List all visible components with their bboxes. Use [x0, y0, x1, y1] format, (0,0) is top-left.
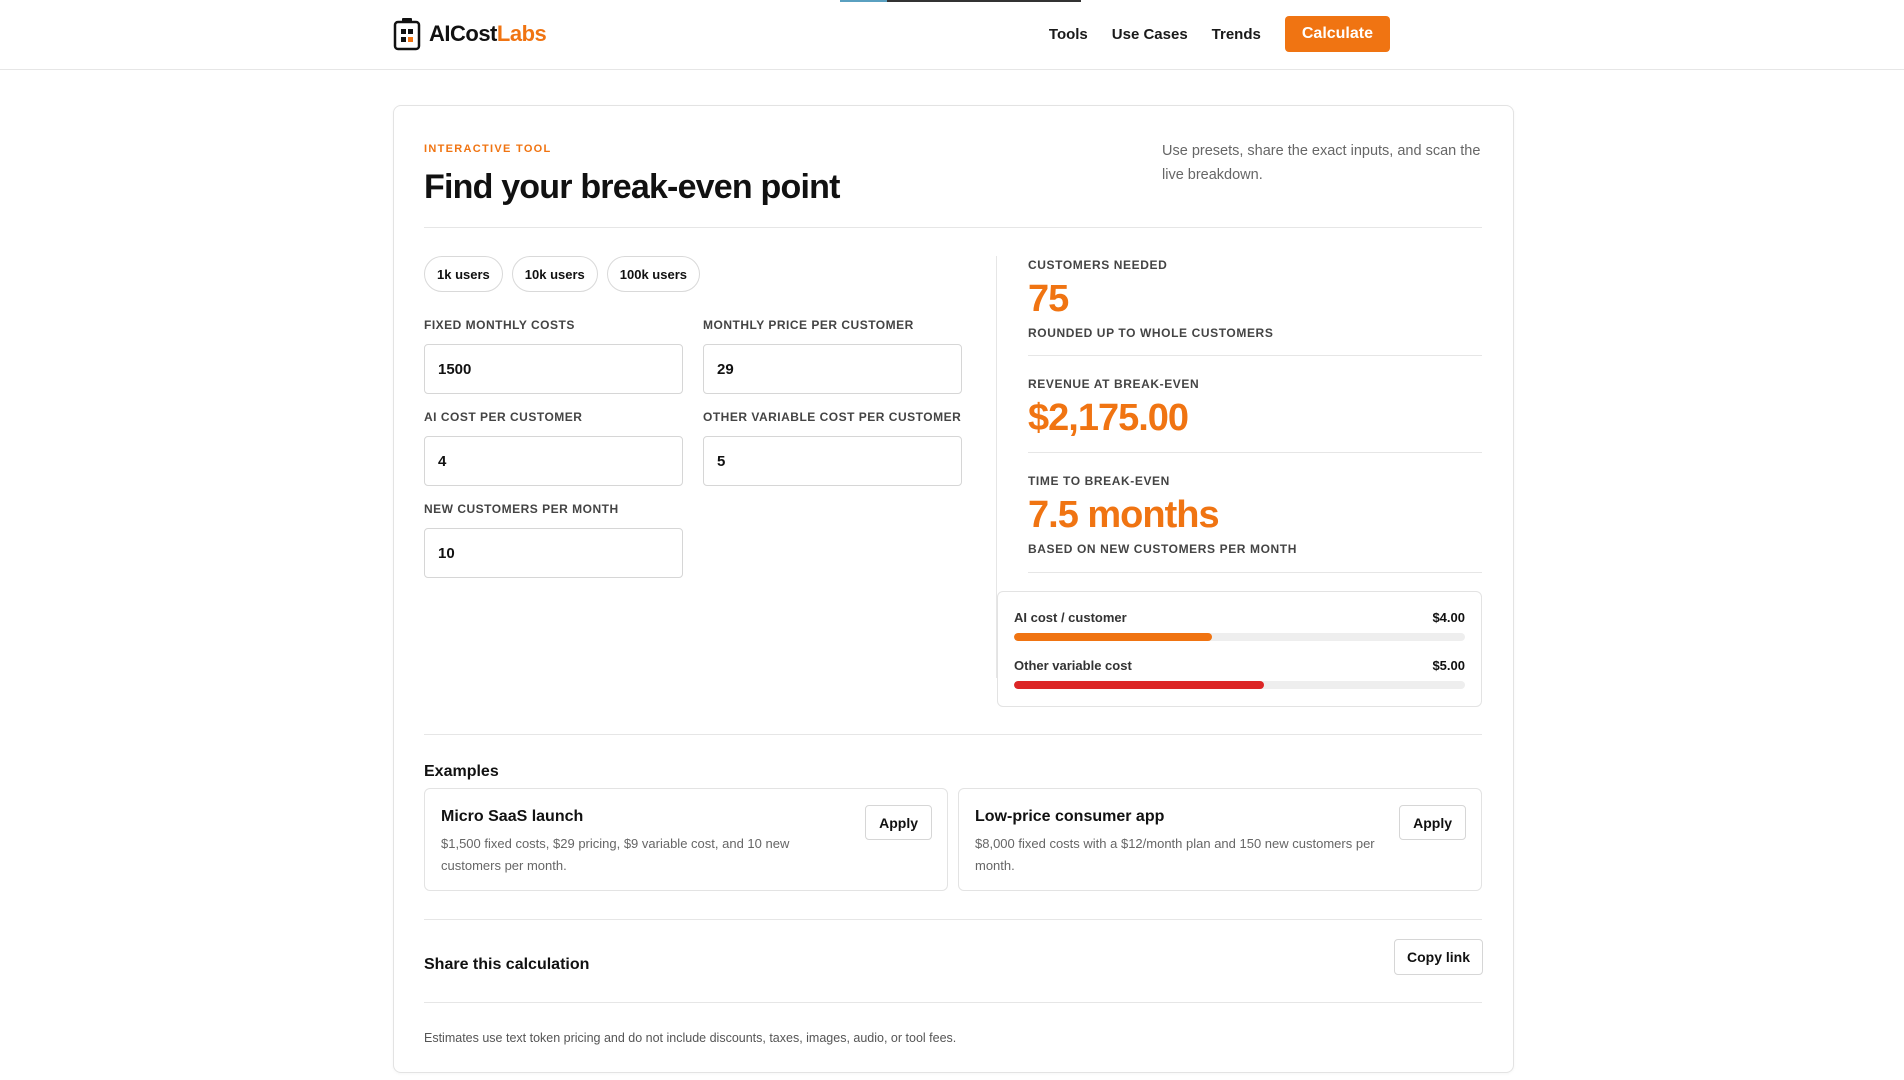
break-even-tool-card: INTERACTIVE TOOL Find your break-even po… — [393, 105, 1514, 1073]
ai-cost-bar-fill — [1014, 633, 1213, 641]
monthly-price-label: MONTHLY PRICE PER CUSTOMER — [703, 318, 914, 332]
customers-needed-label: CUSTOMERS NEEDED — [1028, 258, 1168, 272]
preset-10k-users[interactable]: 10k users — [511, 256, 598, 292]
time-value: 7.5 months — [1028, 494, 1220, 536]
other-variable-cost-label: OTHER VARIABLE COST PER CUSTOMER — [703, 410, 962, 424]
customers-needed-sub: ROUNDED UP TO WHOLE CUSTOMERS — [1028, 326, 1274, 340]
fixed-monthly-costs-label: FIXED MONTHLY COSTS — [424, 318, 575, 332]
nav-link-use-cases[interactable]: Use Cases — [1112, 26, 1188, 43]
ai-cost-bar-row: AI cost / customer $4.00 — [1014, 610, 1465, 641]
other-variable-bar-fill — [1014, 681, 1265, 689]
other-variable-cost-input[interactable] — [703, 436, 962, 486]
top-navbar: AICostLabs Tools Use Cases Trends Calcul… — [0, 0, 1904, 70]
page-progress-fill — [840, 0, 887, 2]
divider — [1028, 355, 1482, 356]
other-variable-bar-track — [1014, 681, 1465, 689]
monthly-price-group: MONTHLY PRICE PER CUSTOMER — [703, 318, 962, 394]
divider — [424, 227, 1482, 228]
divider — [424, 1002, 1482, 1003]
main-nav: Tools Use Cases Trends Calculate — [1049, 16, 1390, 52]
ai-cost-bar-label: AI cost / customer — [1014, 610, 1127, 625]
example-title: Low-price consumer app — [975, 808, 1165, 825]
copy-link-button[interactable]: Copy link — [1393, 939, 1483, 975]
time-sub: BASED ON NEW CUSTOMERS PER MONTH — [1028, 542, 1297, 556]
calculate-button[interactable]: Calculate — [1284, 16, 1390, 52]
time-to-break-even-result: TIME TO BREAK-EVEN 7.5 months BASED ON N… — [1028, 474, 1482, 556]
example-title: Micro SaaS launch — [441, 808, 584, 825]
monthly-price-input[interactable] — [703, 344, 962, 394]
page-title: Find your break-even point — [424, 168, 840, 206]
tool-subtitle: Use presets, share the exact inputs, and… — [1162, 143, 1481, 183]
revenue-label: REVENUE AT BREAK-EVEN — [1028, 377, 1200, 391]
page-progress-bar — [840, 0, 1081, 2]
preset-1k-users[interactable]: 1k users — [424, 256, 503, 292]
preset-chips: 1k users 10k users 100k users — [424, 256, 700, 292]
examples-heading: Examples — [424, 763, 499, 780]
customers-needed-value: 75 — [1028, 278, 1069, 320]
revenue-result: REVENUE AT BREAK-EVEN $2,175.00 — [1028, 377, 1482, 439]
apply-micro-saas-button[interactable]: Apply — [865, 805, 932, 840]
brand-name: AICostLabs — [429, 21, 547, 47]
preset-100k-users[interactable]: 100k users — [606, 256, 700, 292]
divider — [1028, 572, 1482, 573]
brand-name-accent: Labs — [496, 21, 547, 46]
example-description: $8,000 fixed costs with a $12/month plan… — [975, 836, 1375, 873]
brand-logo[interactable]: AICostLabs — [393, 17, 547, 51]
ai-cost-bar-track — [1014, 633, 1465, 641]
other-variable-bar-label: Other variable cost — [1014, 658, 1132, 673]
ai-cost-bar-amount: $4.00 — [1432, 610, 1465, 625]
divider — [424, 734, 1482, 735]
other-variable-cost-group: OTHER VARIABLE COST PER CUSTOMER — [703, 410, 962, 486]
customers-needed-result: CUSTOMERS NEEDED 75 ROUNDED UP TO WHOLE … — [1028, 258, 1482, 340]
new-customers-group: NEW CUSTOMERS PER MONTH — [424, 502, 683, 578]
calculator-icon — [393, 17, 421, 51]
example-description: $1,500 fixed costs, $29 pricing, $9 vari… — [441, 836, 790, 873]
new-customers-label: NEW CUSTOMERS PER MONTH — [424, 502, 619, 516]
apply-consumer-app-button[interactable]: Apply — [1399, 805, 1466, 840]
other-variable-bar-amount: $5.00 — [1432, 658, 1465, 673]
other-variable-bar-row: Other variable cost $5.00 — [1014, 658, 1465, 689]
divider — [1028, 452, 1482, 453]
nav-link-tools[interactable]: Tools — [1049, 26, 1088, 43]
tool-eyebrow: INTERACTIVE TOOL — [424, 143, 552, 155]
time-label: TIME TO BREAK-EVEN — [1028, 474, 1170, 488]
fixed-monthly-costs-input[interactable] — [424, 344, 683, 394]
divider — [424, 919, 1482, 920]
footnote: Estimates use text token pricing and do … — [424, 1031, 957, 1045]
revenue-value: $2,175.00 — [1028, 397, 1189, 439]
nav-link-trends[interactable]: Trends — [1212, 26, 1261, 43]
new-customers-input[interactable] — [424, 528, 683, 578]
fixed-monthly-costs-group: FIXED MONTHLY COSTS — [424, 318, 683, 394]
ai-cost-input[interactable] — [424, 436, 683, 486]
share-heading: Share this calculation — [424, 956, 590, 973]
cost-breakdown: AI cost / customer $4.00 Other variable … — [997, 591, 1482, 707]
example-card-consumer-app: Low-price consumer app $8,000 fixed cost… — [958, 788, 1482, 891]
ai-cost-group: AI COST PER CUSTOMER — [424, 410, 683, 486]
ai-cost-label: AI COST PER CUSTOMER — [424, 410, 583, 424]
brand-name-main: AICost — [429, 21, 497, 46]
example-card-micro-saas: Micro SaaS launch $1,500 fixed costs, $2… — [424, 788, 948, 891]
